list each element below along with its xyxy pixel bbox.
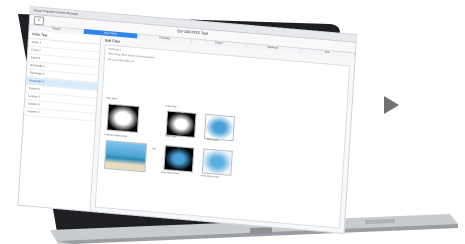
result-image-2 [201, 148, 233, 176]
caption-result-4: White Mask (Invert) [200, 175, 220, 179]
caption-result-2: White Mask [206, 139, 219, 142]
app-screen: Epson Projector Content Manager < EV-100… [17, 6, 358, 234]
projected-image-sample [104, 139, 148, 173]
filter-panel: Rectangle 1 Filter shape: Blurs around a… [94, 44, 351, 229]
caption-filter-mask: Filter Mask [106, 97, 118, 101]
caption-result-1: Black Mask [165, 135, 177, 139]
caption-projected-image: Projected image sample [104, 134, 128, 138]
image-filter-black [165, 110, 197, 138]
arrow-right-icon: → [150, 145, 157, 153]
result-image-1 [163, 145, 195, 173]
main-panel: Edit Filter Rectangle 1 Filter shape: Bl… [90, 36, 355, 233]
filter-mask-image [106, 103, 140, 134]
sidebar: Filter Test Circle 1 Circle 2 Circle 3 R… [18, 30, 102, 212]
image-filter-white [203, 113, 236, 142]
play-icon[interactable] [384, 96, 399, 114]
caption-image-filter: Image Filter [165, 105, 177, 109]
caption-result-3: Black Mask (Invert) [161, 171, 180, 176]
laptop-hinge [250, 227, 272, 234]
